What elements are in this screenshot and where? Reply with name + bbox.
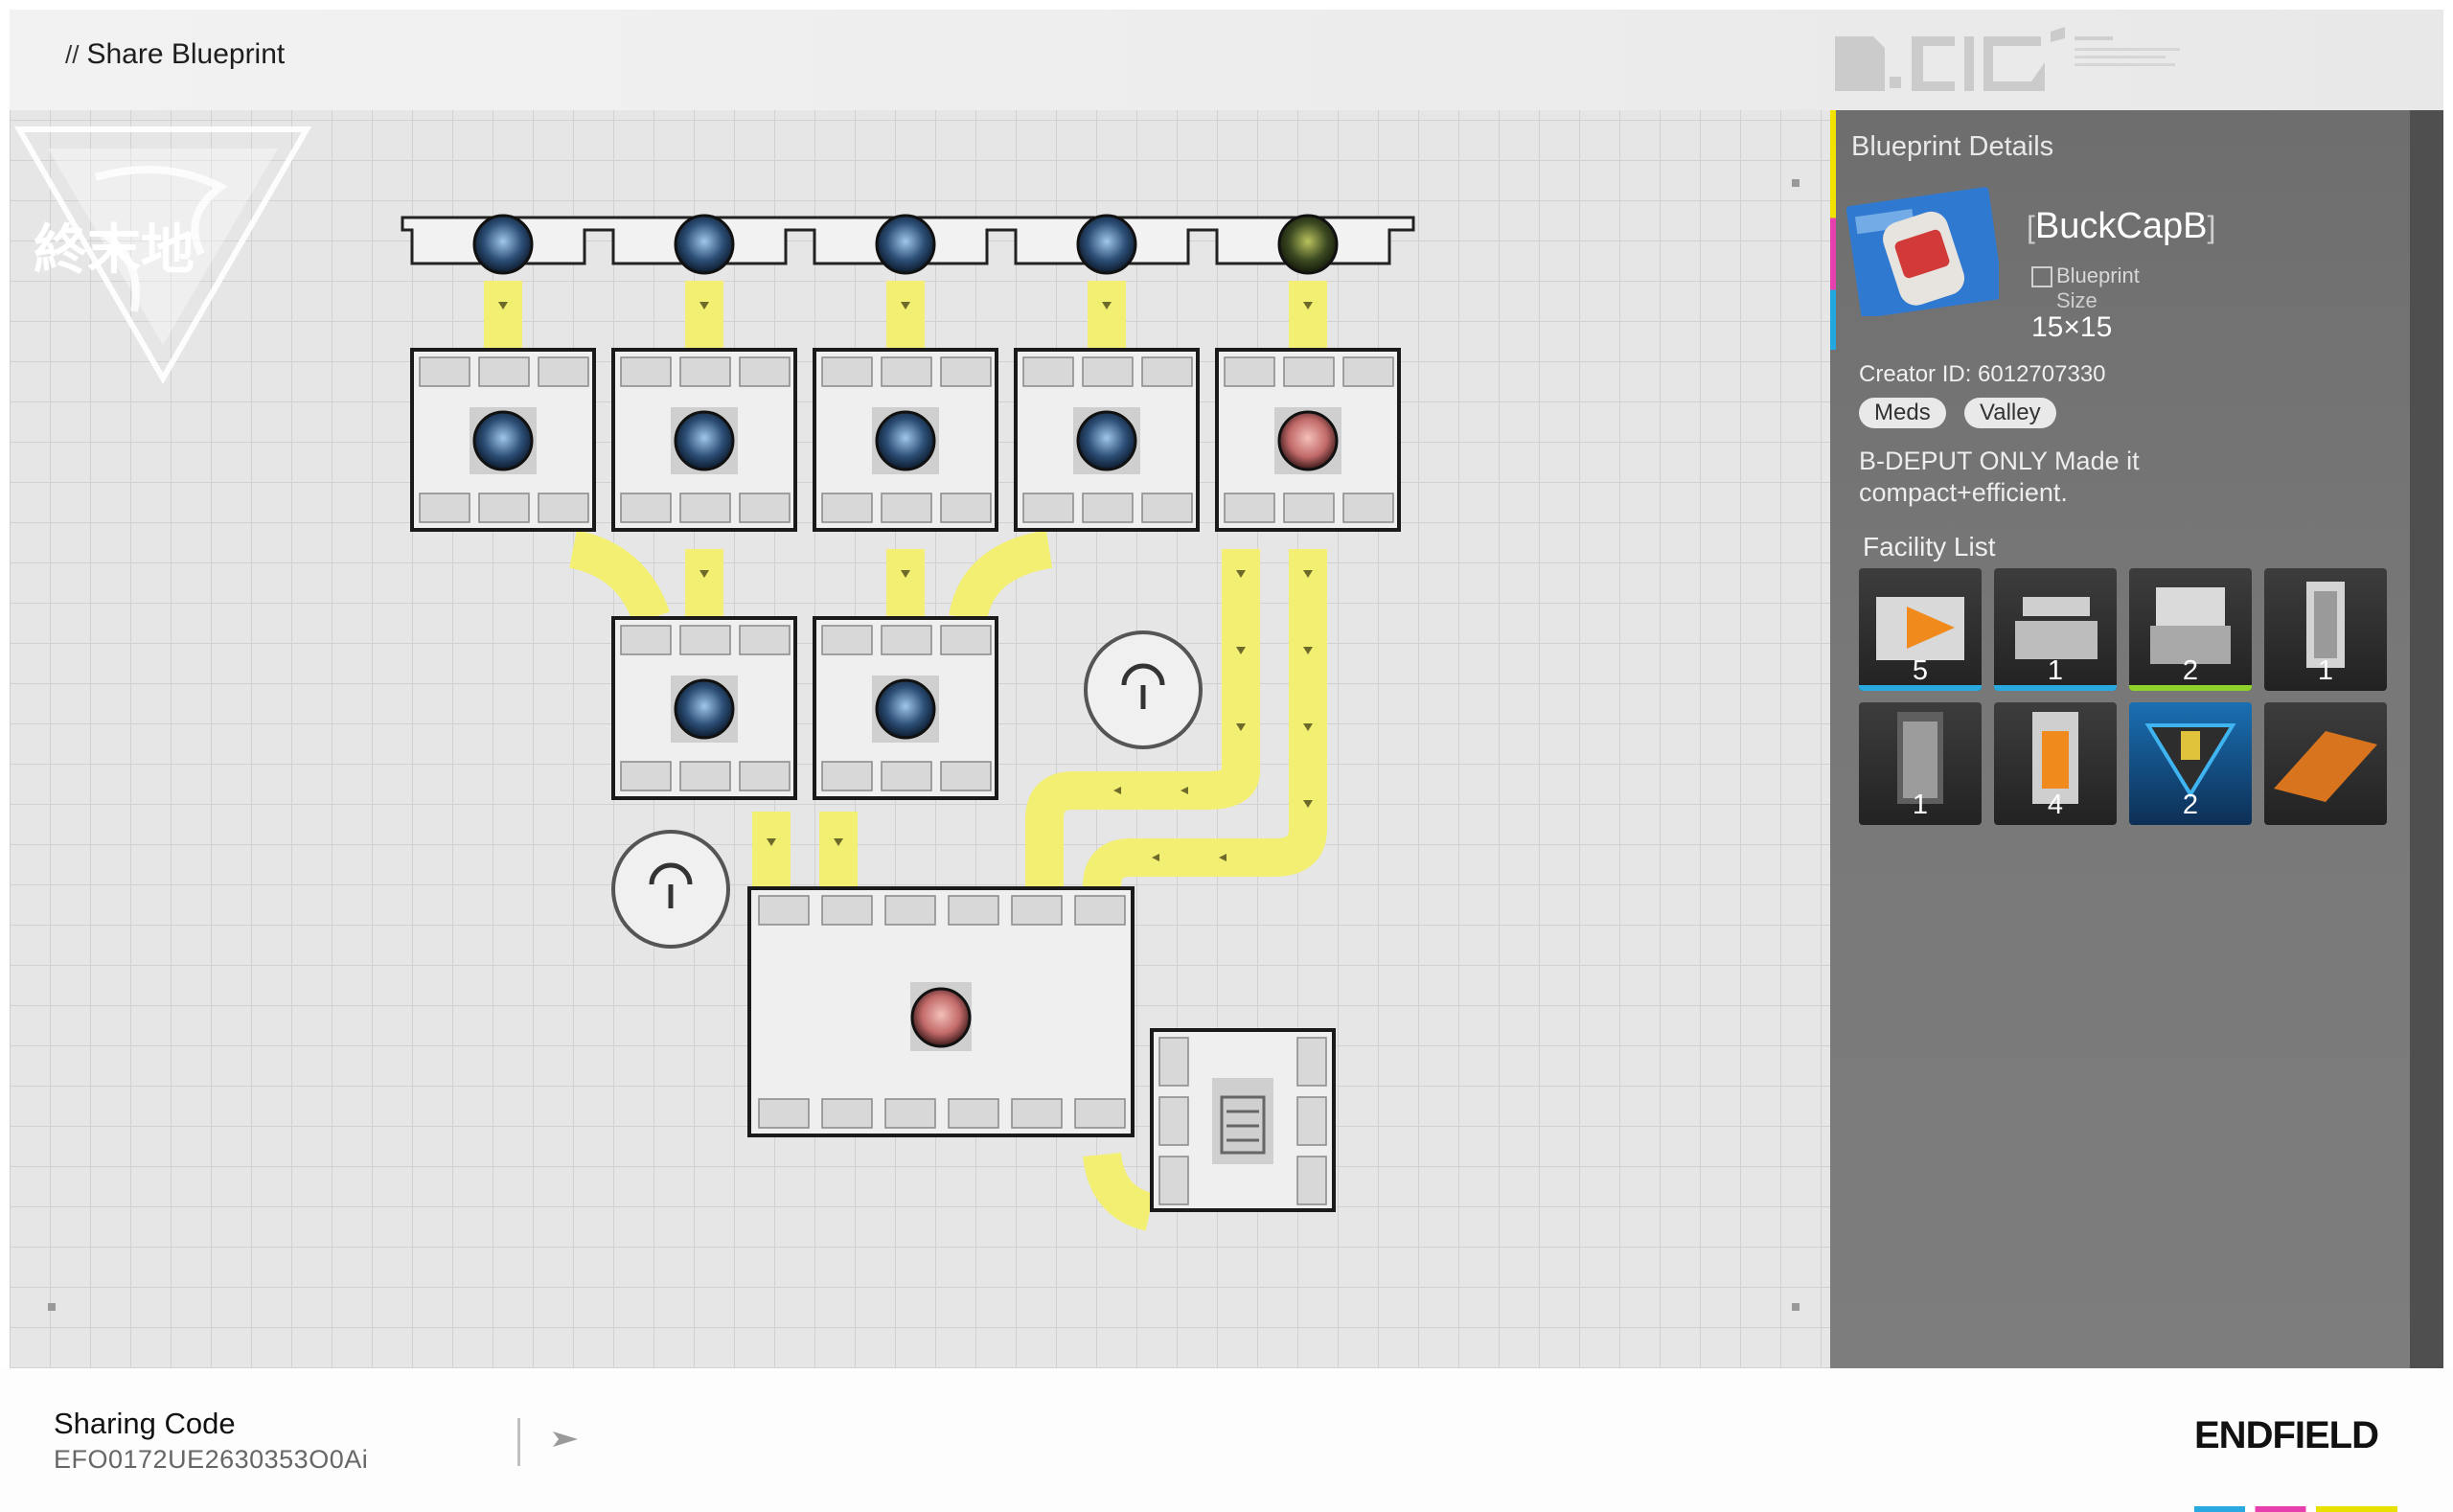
svg-text:終末地: 終末地	[34, 219, 195, 282]
facility-list-title: Facility List	[1863, 532, 1996, 561]
title-slashes: //	[65, 40, 80, 69]
size-value: 15×15	[2031, 311, 2113, 343]
sharing-footer: Sharing Code EFO0172UE2630353O0Ai ENDFIE…	[0, 1368, 2453, 1512]
facility-count: 2	[2182, 655, 2199, 686]
page-title: //Share Blueprint	[65, 38, 285, 71]
blueprint-type: Blueprint	[2031, 263, 2140, 288]
blueprint-name: [BuckCapB]	[2027, 206, 2215, 247]
bracket-left: [	[2027, 210, 2035, 244]
blueprint-type-label: Blueprint	[2056, 263, 2140, 287]
facility-filling-unit[interactable]: 1	[1994, 568, 2117, 691]
panel-side-strip	[2410, 110, 2443, 1368]
blueprint-name-text: BuckCapB	[2034, 206, 2208, 246]
sharing-code-value[interactable]: EFO0172UE2630353O0Ai	[54, 1445, 368, 1475]
divider	[517, 1418, 520, 1466]
size-label: Size	[2056, 288, 2098, 312]
share-blueprint-title: Share Blueprint	[86, 38, 286, 70]
panel-accent-bar	[1830, 110, 1836, 350]
edit-icon[interactable]	[2031, 266, 2052, 288]
facility-count: 1	[2317, 655, 2334, 686]
facility-count: 1	[2047, 655, 2064, 686]
blueprint-details-panel: Blueprint Details [BuckCapB] Blueprint S…	[1830, 110, 2443, 1368]
top-bar: //Share Blueprint	[10, 10, 2443, 111]
facility-bar	[1994, 685, 2117, 691]
floor-plate-icon	[2274, 731, 2377, 802]
tag-valley: Valley	[1964, 398, 2056, 428]
facility-packaging-unit[interactable]: 2	[2129, 568, 2252, 691]
blueprint-description: B-DEPUT ONLY Made it compact+efficient.	[1859, 447, 2140, 507]
endfield-logo: ENDFIELD	[2194, 1414, 2379, 1456]
blueprint-window: //Share Blueprint 終末地 Blueprint Details …	[10, 10, 2443, 1368]
facility-fuel-tower[interactable]: 4	[1994, 702, 2117, 825]
facility-count: 1	[1912, 790, 1929, 820]
logo-color-bar	[2194, 1506, 2397, 1512]
creator-id: Creator ID: 6012707330	[1859, 361, 2106, 387]
decorative-logo-icon	[1835, 27, 2180, 91]
facility-refining-unit[interactable]: 5	[1859, 568, 1982, 691]
facility-relay-tower[interactable]: 2	[2129, 702, 2252, 825]
facility-pillar-unit[interactable]: 1	[1859, 702, 1982, 825]
facility-count: 2	[2182, 790, 2199, 820]
panel-title: Blueprint Details	[1851, 131, 2054, 162]
facility-storage-tower[interactable]: 1	[2264, 568, 2387, 691]
facility-floor-plate[interactable]	[2264, 702, 2387, 825]
facility-bar	[2129, 685, 2252, 691]
sharing-code-label: Sharing Code	[54, 1407, 236, 1440]
tag-meds: Meds	[1859, 398, 1946, 428]
send-arrow-icon[interactable]	[551, 1428, 580, 1451]
facility-count: 5	[1912, 655, 1929, 686]
facility-bar	[1859, 685, 1982, 691]
blueprint-thumbnail-icon	[1845, 187, 1999, 316]
endfield-industries-emblem-icon: 終末地	[13, 126, 312, 385]
bracket-right: ]	[2207, 210, 2216, 244]
facility-count: 4	[2047, 790, 2064, 820]
